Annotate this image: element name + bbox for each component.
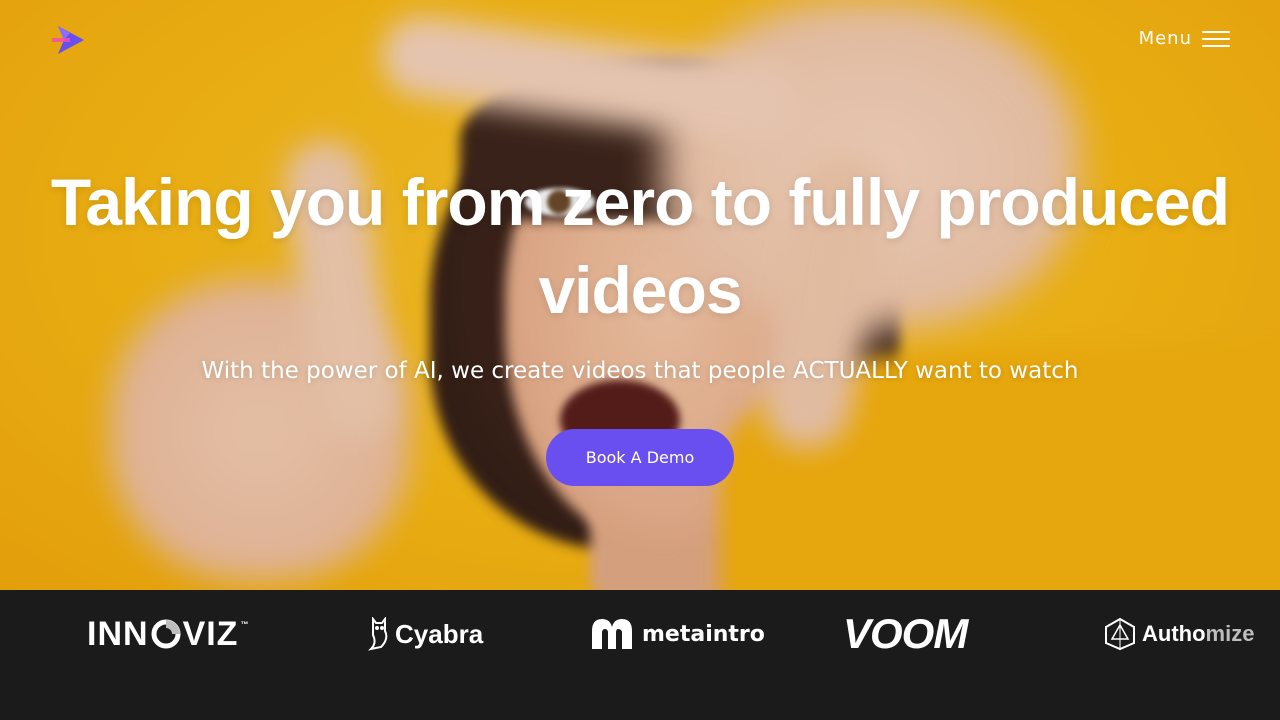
hero-subheadline: With the power of AI, we create videos t…	[201, 358, 1079, 384]
menu-label: Menu	[1138, 28, 1192, 49]
metaintro-m-icon	[592, 619, 632, 649]
book-demo-button[interactable]: Book A Demo	[546, 429, 734, 486]
hamburger-icon	[1202, 29, 1230, 49]
metaintro-text: metaintro	[642, 621, 765, 647]
innoviz-o-icon	[151, 619, 181, 649]
menu-button[interactable]: Menu	[1139, 28, 1230, 49]
innoviz-text-part2: VIZ	[182, 614, 239, 653]
client-logo-metaintro: metaintro	[590, 612, 765, 656]
cyabra-text: Cyabra	[395, 618, 484, 649]
owl-icon	[367, 617, 388, 651]
authomize-text-part2: mize	[1205, 621, 1255, 646]
voom-text: VOOM	[843, 610, 968, 657]
client-logo-cyabra: Cyabra	[367, 612, 483, 656]
client-logo-innoviz: INN VIZ ™	[87, 612, 249, 656]
hero-headline: Taking you from zero to fully produced v…	[50, 165, 1230, 327]
innoviz-trademark: ™	[240, 620, 250, 629]
innoviz-text-part1: INN	[87, 614, 149, 653]
play-arrow-logo-icon[interactable]	[50, 22, 90, 58]
authomize-text-part1: Autho	[1142, 621, 1206, 646]
authomize-hexagon-icon	[1105, 617, 1135, 651]
client-logo-authomize: Authomize	[1104, 612, 1254, 656]
client-logo-voom: VOOM	[843, 610, 968, 657]
client-logos-bar: INN VIZ ™ Cyabra metaintro VOOM Authomiz…	[0, 590, 1280, 720]
hero-section: Menu Taking you from zero to fully produ…	[0, 0, 1280, 590]
